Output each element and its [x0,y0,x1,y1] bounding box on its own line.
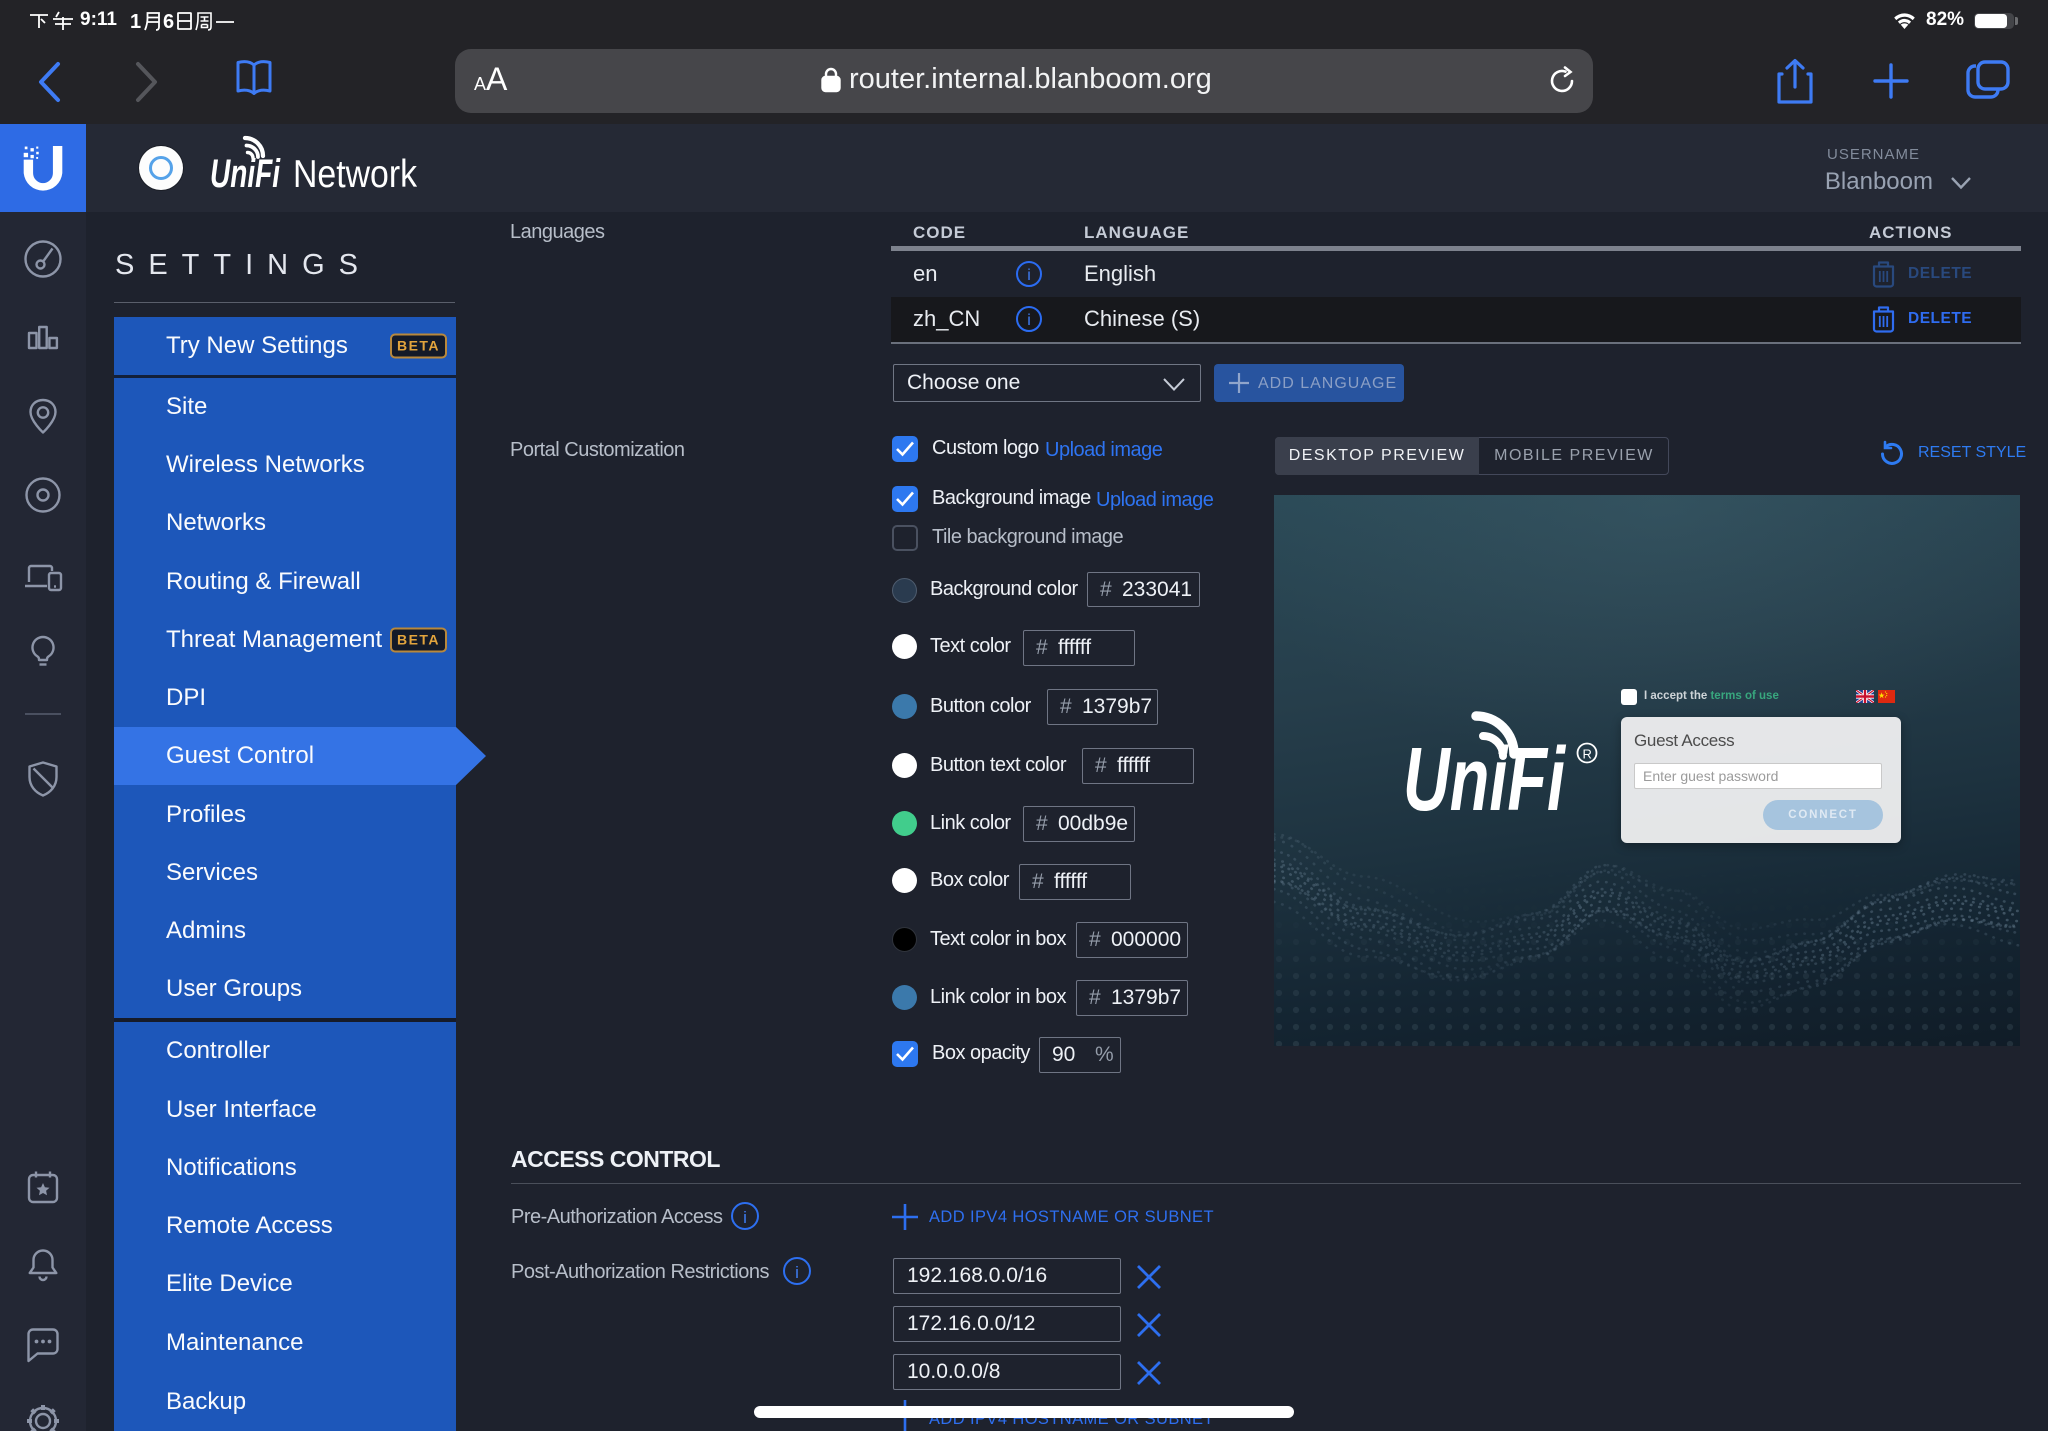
svg-text:UniFi: UniFi [210,152,281,195]
svg-text:R: R [1583,747,1592,762]
svg-text:Network: Network [293,153,417,195]
svg-text:6: 6 [163,11,174,32]
svg-text:1: 1 [130,11,141,32]
svg-text:UniFi: UniFi [1403,730,1566,818]
